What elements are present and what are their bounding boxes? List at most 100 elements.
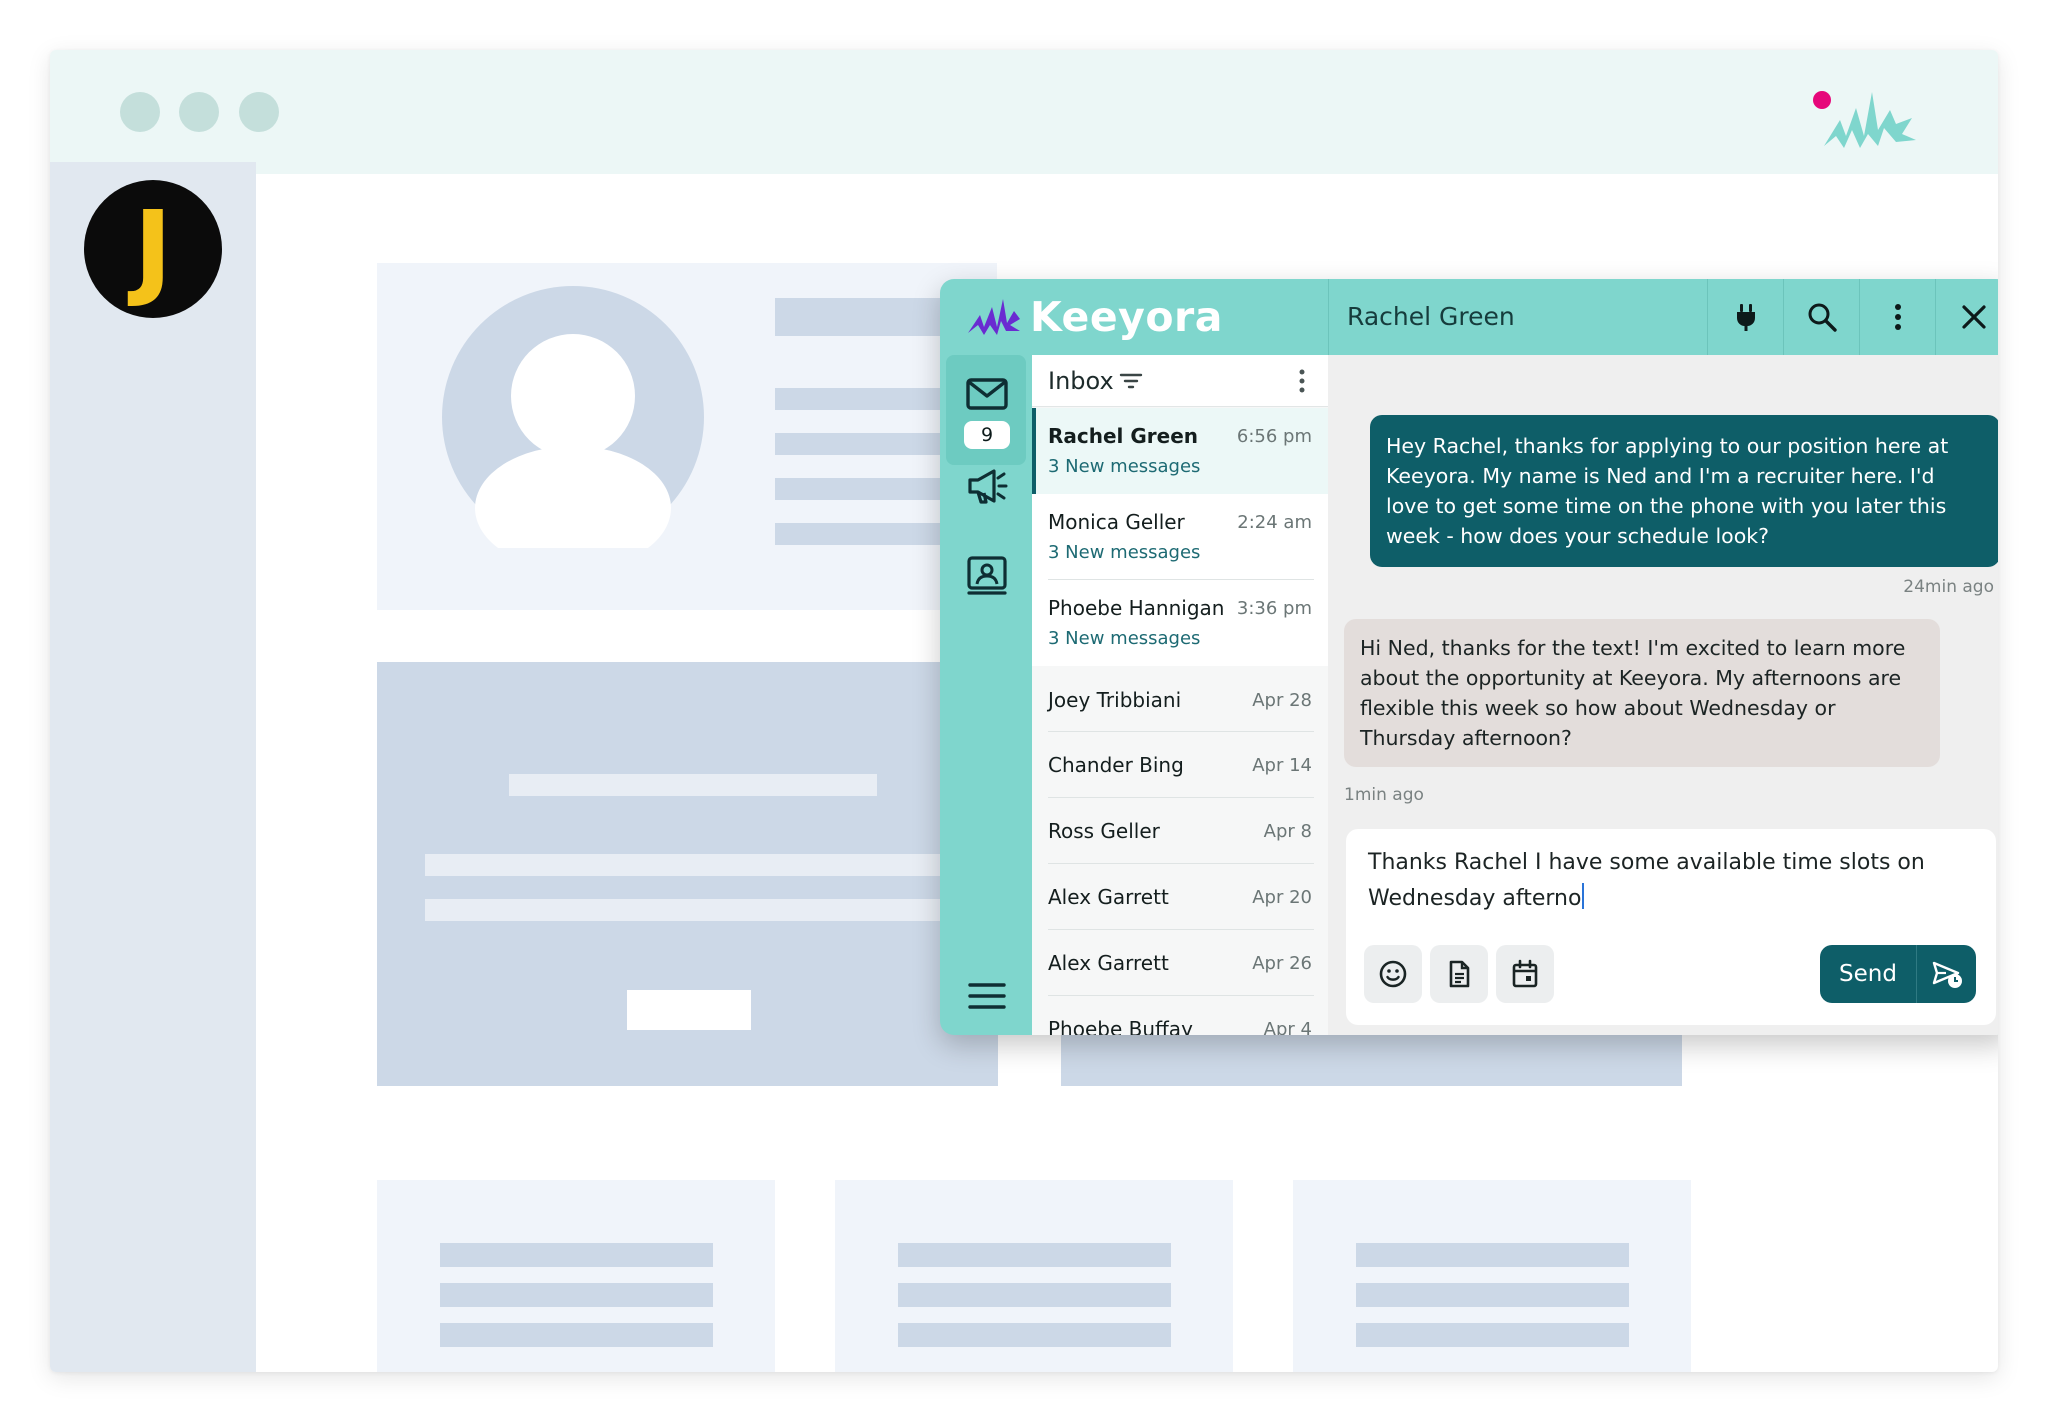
- left-sidebar: [50, 162, 256, 1372]
- message-timestamp: 1min ago: [1344, 785, 1424, 805]
- schedule-send-button[interactable]: [1917, 945, 1976, 1003]
- conversation-name: Phoebe Hannigan: [1048, 596, 1225, 620]
- messenger-window: Keeyora Rachel Green 9 Inbox Rachel Gree…: [940, 279, 1998, 1035]
- placeholder-line: [440, 1323, 713, 1347]
- new-messages-label: 3 New messages: [1048, 628, 1201, 649]
- conversation-name: Alex Garrett: [1048, 951, 1169, 975]
- conversation-item[interactable]: Ross Geller Apr 8: [1032, 798, 1328, 864]
- contact-card-icon: [967, 556, 1007, 595]
- conversation-item[interactable]: Chander Bing Apr 14: [1032, 732, 1328, 798]
- send-button[interactable]: Send: [1820, 945, 1976, 1003]
- browser-window: J Keeyora Rachel Green 9 Inbox Rachel Gr…: [50, 50, 1998, 1372]
- placeholder-line: [1356, 1323, 1629, 1347]
- message-timestamp: 24min ago: [1903, 577, 1994, 597]
- placeholder-line: [425, 899, 985, 921]
- message-input[interactable]: Thanks Rachel I have some available time…: [1368, 845, 1968, 917]
- emoji-button[interactable]: [1364, 945, 1422, 1003]
- schedule-send-icon: [1932, 961, 1962, 988]
- new-messages-label: 3 New messages: [1048, 542, 1201, 563]
- placeholder-button: [627, 990, 751, 1030]
- placeholder-line: [509, 774, 877, 796]
- conversation-item[interactable]: Rachel Green 6:56 pm 3 New messages: [1032, 408, 1328, 494]
- profile-placeholder-icon: [442, 286, 704, 548]
- conversation-item[interactable]: Phoebe Hannigan 3:36 pm 3 New messages: [1032, 580, 1328, 666]
- close-button[interactable]: [1935, 279, 1998, 355]
- conversation-name: Chander Bing: [1048, 753, 1184, 777]
- placeholder-line: [440, 1243, 713, 1267]
- placeholder-line: [440, 1283, 713, 1307]
- conversation-name: Joey Tribbiani: [1048, 688, 1182, 712]
- calendar-icon: [1512, 959, 1538, 988]
- conversation-name: Monica Geller: [1048, 510, 1185, 534]
- conversation-item[interactable]: Alex Garrett Apr 26: [1032, 930, 1328, 996]
- message-composer: Thanks Rachel I have some available time…: [1346, 829, 1996, 1025]
- conversation-time: Apr 4: [1263, 1019, 1312, 1035]
- window-control-dot[interactable]: [179, 92, 219, 132]
- avatar-letter: J: [133, 188, 173, 310]
- megaphone-icon: [968, 469, 1008, 504]
- app-nav-rail: 9: [940, 355, 1032, 1035]
- keeyora-logo-icon: [968, 299, 1020, 335]
- conversation-time: Apr 20: [1252, 887, 1312, 908]
- hamburger-menu-icon: [968, 983, 1006, 1009]
- conversation-item[interactable]: Joey Tribbiani Apr 28: [1032, 666, 1328, 732]
- inbox-header: Inbox: [1032, 355, 1328, 407]
- placeholder-line: [898, 1323, 1171, 1347]
- emoji-icon: [1379, 960, 1407, 988]
- conversation-header: Rachel Green: [1328, 279, 1998, 355]
- text-caret: [1582, 883, 1585, 909]
- nav-inbox-button[interactable]: [960, 367, 1014, 421]
- outgoing-message: Hey Rachel, thanks for applying to our p…: [1370, 415, 1998, 567]
- filter-icon[interactable]: [1118, 368, 1144, 394]
- close-icon: [1961, 305, 1986, 329]
- mail-icon: [966, 378, 1008, 410]
- placeholder-line: [898, 1283, 1171, 1307]
- contact-name: Rachel Green: [1347, 302, 1515, 331]
- schedule-button[interactable]: [1496, 945, 1554, 1003]
- search-icon: [1808, 303, 1837, 332]
- inbox-title: Inbox: [1048, 367, 1114, 395]
- conversation-item[interactable]: Alex Garrett Apr 20: [1032, 864, 1328, 930]
- conversation-time: Apr 14: [1252, 755, 1312, 776]
- document-icon: [1449, 960, 1470, 988]
- window-control-dot[interactable]: [239, 92, 279, 132]
- new-messages-label: 3 New messages: [1048, 456, 1201, 477]
- nav-contacts-button[interactable]: [960, 547, 1014, 601]
- unread-count-badge: 9: [964, 421, 1010, 449]
- conversation-time: Apr 8: [1263, 821, 1312, 842]
- conversation-time: 6:56 pm: [1236, 426, 1312, 447]
- conversation-time: 2:24 am: [1237, 512, 1312, 533]
- nav-menu-button[interactable]: [960, 969, 1014, 1023]
- plug-button[interactable]: [1707, 279, 1783, 355]
- brand-mark-icon: [1813, 91, 1916, 148]
- conversation-name: Rachel Green: [1048, 424, 1199, 448]
- conversation-item[interactable]: Monica Geller 2:24 am 3 New messages: [1032, 494, 1328, 580]
- conversation-time: 3:36 pm: [1236, 598, 1312, 619]
- inbox-panel: Inbox Rachel Green 6:56 pm 3 New message…: [1032, 355, 1328, 1035]
- plug-icon: [1736, 304, 1755, 331]
- more-vertical-icon: [1894, 304, 1901, 330]
- incoming-message: Hi Ned, thanks for the text! I'm excited…: [1344, 619, 1940, 767]
- message-input-value: Thanks Rachel I have some available time…: [1368, 850, 1925, 911]
- nav-campaigns-button[interactable]: [960, 459, 1014, 513]
- conversation-time: Apr 26: [1252, 953, 1312, 974]
- conversation-time: Apr 28: [1252, 690, 1312, 711]
- search-button[interactable]: [1783, 279, 1859, 355]
- conversation-name: Phoebe Buffay: [1048, 1017, 1193, 1035]
- brand-name: Keeyora: [1030, 293, 1223, 341]
- keeyora-logo: Keeyora: [966, 289, 1223, 345]
- app-brand-bar: Keeyora: [940, 279, 1328, 355]
- placeholder-line: [898, 1243, 1171, 1267]
- more-options-button[interactable]: [1859, 279, 1935, 355]
- user-avatar[interactable]: J: [84, 180, 222, 318]
- chat-thread: Hey Rachel, thanks for applying to our p…: [1328, 355, 1998, 1035]
- conversation-name: Ross Geller: [1048, 819, 1160, 843]
- send-label: Send: [1839, 961, 1897, 987]
- placeholder-line: [1356, 1283, 1629, 1307]
- placeholder-line: [425, 854, 985, 876]
- window-control-dot[interactable]: [120, 92, 160, 132]
- conversation-item[interactable]: Phoebe Buffay Apr 4: [1032, 996, 1328, 1035]
- placeholder-line: [1356, 1243, 1629, 1267]
- attach-document-button[interactable]: [1430, 945, 1488, 1003]
- inbox-more-icon[interactable]: [1290, 367, 1314, 395]
